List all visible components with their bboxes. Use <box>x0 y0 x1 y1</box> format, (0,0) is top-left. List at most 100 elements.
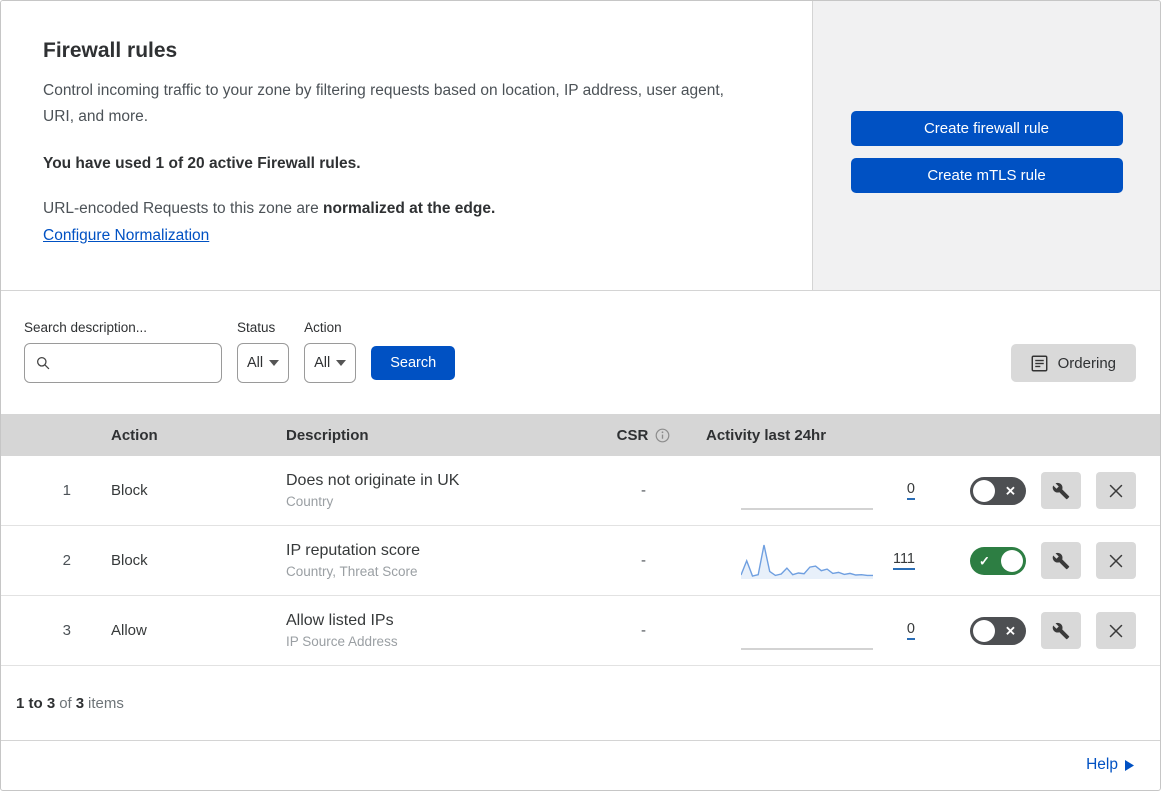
help-link[interactable]: Help <box>1086 756 1134 774</box>
action-select[interactable]: All <box>304 343 357 383</box>
toggle-state-icon: ✓ <box>979 553 990 568</box>
action-select-value: All <box>314 355 331 371</box>
delete-rule-button[interactable] <box>1096 542 1136 579</box>
action-label: Action <box>304 320 342 335</box>
rule-action: Allow <box>111 622 147 639</box>
column-header-action: Action <box>111 426 158 444</box>
table-header: Action Description CSR Activity last 24h… <box>1 414 1160 456</box>
ordering-button-label: Ordering <box>1057 354 1116 372</box>
rule-csr-value: - <box>641 482 646 499</box>
pagination-summary: 1 to 3 of 3 items <box>1 666 1160 741</box>
normalization-text: URL-encoded Requests to this zone are <box>43 199 319 217</box>
status-select[interactable]: All <box>237 343 290 383</box>
csr-label: CSR <box>616 426 649 444</box>
toggle-state-icon: ✕ <box>1005 623 1016 638</box>
normalization-bold: normalized at the edge. <box>323 199 496 217</box>
rule-description[interactable]: Does not originate in UK <box>286 472 586 490</box>
toggle-knob <box>1001 549 1023 572</box>
toggle-knob <box>973 619 995 642</box>
page-description: Control incoming traffic to your zone by… <box>43 82 724 126</box>
activity-sparkline <box>741 544 873 579</box>
rule-csr-value: - <box>641 622 646 639</box>
rule-controls: ✕ <box>921 472 1160 509</box>
intro-panel: Firewall rules Control incoming traffic … <box>1 1 813 290</box>
firewall-rules-page: Firewall rules Control incoming traffic … <box>0 0 1161 791</box>
arrow-right-icon <box>1125 759 1134 771</box>
table-row: 3 Allow Allow listed IPs IP Source Addre… <box>1 596 1160 666</box>
close-icon <box>1109 484 1123 497</box>
rule-activity-cell: 0 <box>701 470 921 512</box>
normalization-note: URL-encoded Requests to this zone are no… <box>43 200 772 218</box>
info-icon[interactable] <box>655 428 670 443</box>
rule-csr-value: - <box>641 552 646 569</box>
edit-rule-button[interactable] <box>1041 472 1081 509</box>
activity-count-link[interactable]: 111 <box>892 551 915 570</box>
rule-action: Block <box>111 482 148 499</box>
action-filter-group: Action All <box>304 320 357 383</box>
activity-sparkline <box>741 507 873 510</box>
filter-bar: Search description... Status All Action … <box>1 291 1160 408</box>
activity-sparkline <box>741 647 873 650</box>
column-header-description: Description <box>286 426 369 444</box>
rule-priority: 3 <box>62 622 71 639</box>
edit-rule-button[interactable] <box>1041 542 1081 579</box>
actions-panel: Create firewall rule Create mTLS rule <box>813 1 1160 290</box>
help-label: Help <box>1086 756 1118 773</box>
activity-count-link[interactable]: 0 <box>906 481 915 500</box>
rule-activity-cell: 111 <box>701 540 921 582</box>
search-button[interactable]: Search <box>371 346 456 380</box>
rule-enabled-toggle[interactable]: ✕ <box>970 476 1026 505</box>
search-filter-group: Search description... <box>24 320 222 383</box>
rule-match-fields: Country <box>286 494 334 509</box>
toggle-state-icon: ✕ <box>1005 483 1016 498</box>
rule-enabled-toggle[interactable]: ✓ <box>970 546 1026 575</box>
rule-action: Block <box>111 552 148 569</box>
chevron-down-icon <box>336 360 347 366</box>
pagination-total: 3 <box>75 694 85 712</box>
ordered-list-icon <box>1031 355 1048 371</box>
search-box[interactable] <box>24 343 222 383</box>
column-header-activity: Activity last 24hr <box>706 426 827 444</box>
help-row: Help <box>1 741 1160 789</box>
intro-section: Firewall rules Control incoming traffic … <box>1 1 1160 291</box>
status-label: Status <box>237 320 276 335</box>
page-title: Firewall rules <box>43 39 178 62</box>
status-select-value: All <box>247 355 264 371</box>
rule-description[interactable]: IP reputation score <box>286 542 586 560</box>
rule-activity-cell: 0 <box>701 610 921 652</box>
rule-priority: 1 <box>62 482 71 499</box>
wrench-icon <box>1052 552 1070 569</box>
rule-description-cell: IP reputation score Country, Threat Scor… <box>263 542 586 579</box>
rule-description-cell: Does not originate in UK Country <box>263 472 586 509</box>
search-input[interactable] <box>58 354 211 372</box>
column-header-csr: CSR <box>617 427 671 444</box>
activity-count-link[interactable]: 0 <box>906 621 915 640</box>
pagination-items: items <box>88 694 124 712</box>
rule-controls: ✓ <box>921 542 1160 579</box>
configure-normalization-link[interactable]: Configure Normalization <box>43 227 209 245</box>
wrench-icon <box>1052 482 1070 499</box>
create-firewall-rule-button[interactable]: Create firewall rule <box>850 111 1123 146</box>
delete-rule-button[interactable] <box>1096 612 1136 649</box>
rule-description[interactable]: Allow listed IPs <box>286 612 586 630</box>
edit-rule-button[interactable] <box>1041 612 1081 649</box>
search-icon <box>37 357 50 370</box>
wrench-icon <box>1052 622 1070 639</box>
table-row: 1 Block Does not originate in UK Country… <box>1 456 1160 526</box>
close-icon <box>1109 554 1123 567</box>
search-label: Search description... <box>24 320 148 335</box>
status-filter-group: Status All <box>237 320 290 383</box>
rule-priority: 2 <box>62 552 71 569</box>
create-mtls-rule-button[interactable]: Create mTLS rule <box>850 158 1123 193</box>
pagination-of: of <box>59 694 72 712</box>
rule-match-fields: Country, Threat Score <box>286 564 418 579</box>
rule-description-cell: Allow listed IPs IP Source Address <box>263 612 586 649</box>
rule-controls: ✕ <box>921 612 1160 649</box>
delete-rule-button[interactable] <box>1096 472 1136 509</box>
usage-summary: You have used 1 of 20 active Firewall ru… <box>43 154 361 172</box>
rule-match-fields: IP Source Address <box>286 634 398 649</box>
rule-enabled-toggle[interactable]: ✕ <box>970 616 1026 645</box>
chevron-down-icon <box>269 360 280 366</box>
ordering-button[interactable]: Ordering <box>1010 344 1136 382</box>
pagination-range: 1 to 3 <box>16 694 56 712</box>
